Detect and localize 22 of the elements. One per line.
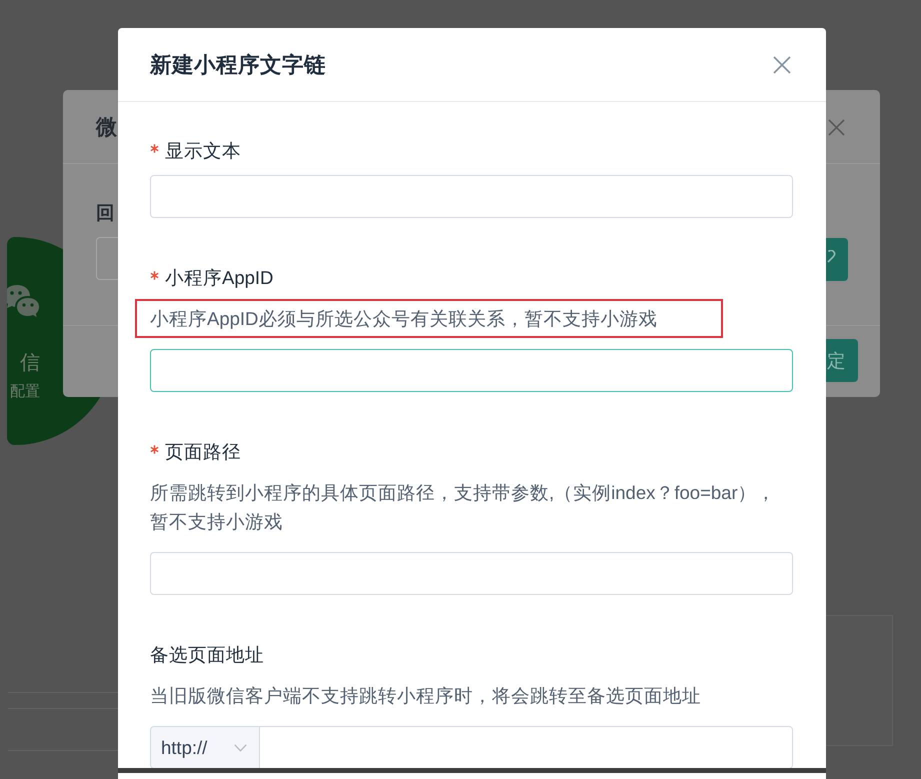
field-hint: 所需跳转到小程序的具体页面路径，支持带参数,（实例index？foo=bar），暂不支持小游戏 (149, 481, 777, 534)
field-label: 页面路径 (165, 440, 241, 464)
field-hint: 当旧版微信客户端不支持跳转小程序时，将会跳转至备选页面地址 (149, 684, 702, 708)
url-input[interactable] (260, 726, 793, 768)
field-hint: 小程序AppID必须与所选公众号有关联关系，暂不支持小游戏 (135, 299, 724, 338)
close-icon[interactable] (773, 56, 791, 74)
field-label: 显示文本 (165, 139, 241, 163)
input-field[interactable] (150, 349, 793, 392)
dialog-title: 微 (96, 115, 117, 141)
protocol-select[interactable]: http:// (150, 726, 260, 768)
badge-subtitle: 配置 (10, 383, 40, 401)
curve-icon (827, 250, 836, 263)
close-icon[interactable] (828, 119, 845, 136)
field-label: 备选页面地址 (150, 643, 264, 667)
input-field[interactable] (150, 175, 793, 218)
dialog-title: 新建小程序文字链 (150, 52, 326, 78)
icon-button[interactable] (826, 238, 848, 281)
field-label: 小程序AppID (165, 266, 274, 290)
field-label: 回 (96, 201, 115, 225)
badge-title: 信 (20, 351, 40, 376)
chevron-down-icon (234, 744, 247, 752)
input-field[interactable] (150, 552, 793, 595)
